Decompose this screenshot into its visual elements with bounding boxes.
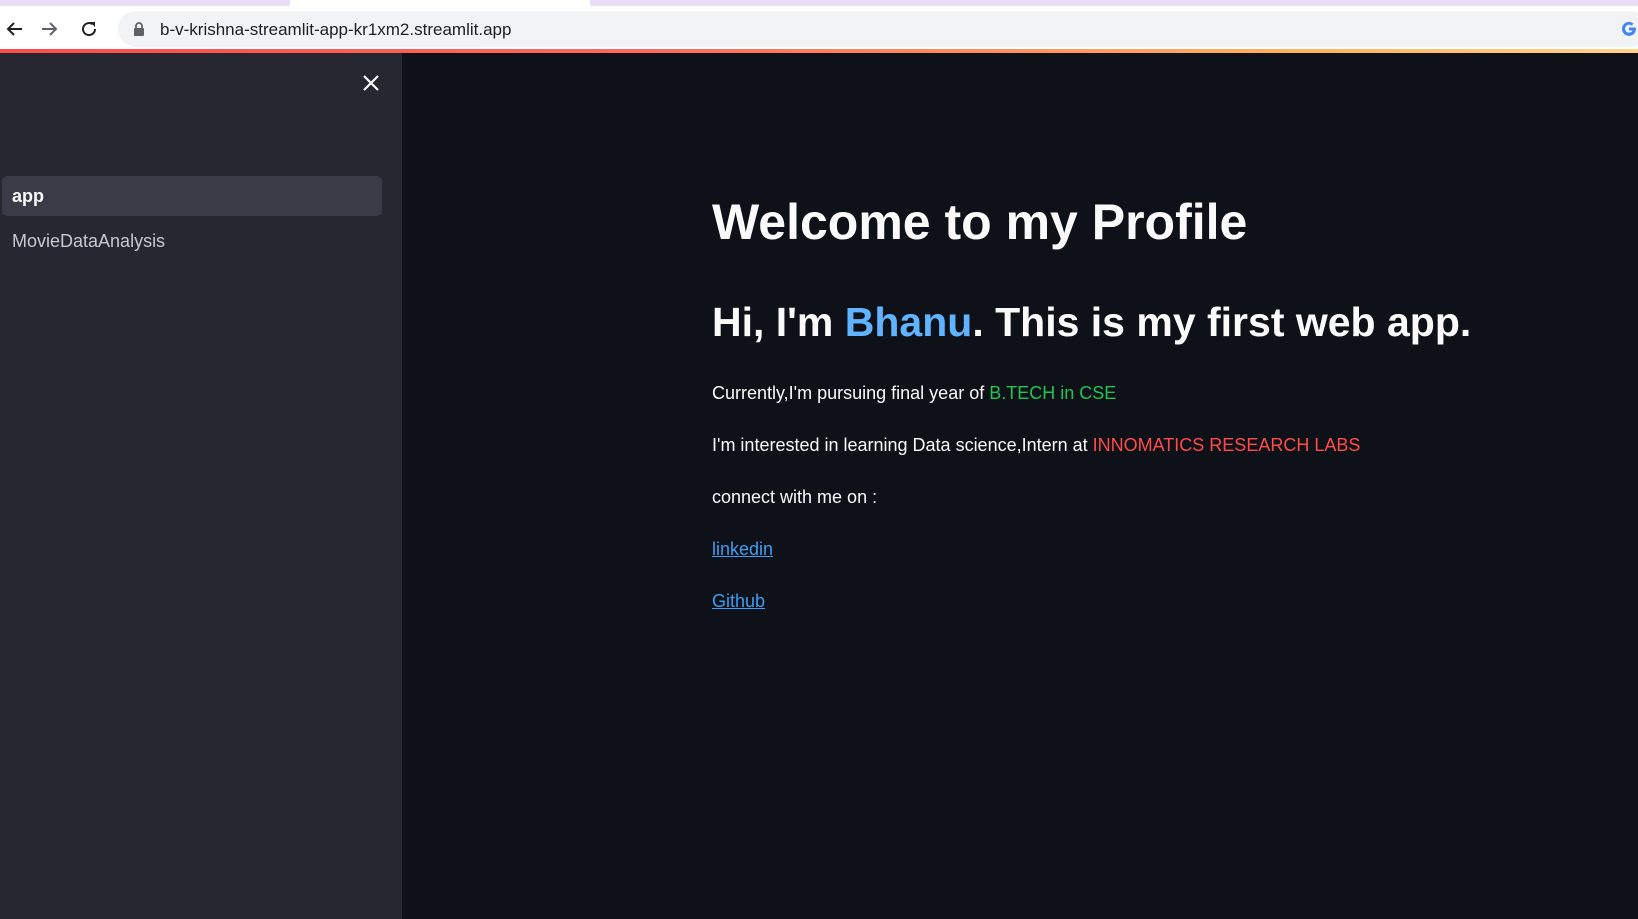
google-icon[interactable] (1620, 20, 1638, 38)
lock-icon[interactable] (131, 21, 147, 37)
linkedin-link[interactable]: linkedin (712, 539, 773, 560)
forward-button[interactable] (34, 14, 64, 44)
browser-toolbar: b-v-krishna-streamlit-app-kr1xm2.streaml… (0, 6, 1638, 52)
sidebar-item-label: MovieDataAnalysis (12, 230, 166, 251)
reload-icon (82, 22, 97, 37)
sidebar-item-app[interactable]: app (2, 176, 382, 216)
connect-line: connect with me on : (712, 487, 878, 507)
degree-highlight: B.TECH in CSE (989, 383, 1117, 403)
subtitle-suffix: . This is my first web app. (972, 299, 1472, 345)
page-subtitle: Hi, I'm Bhanu. This is my first web app. (712, 299, 1471, 346)
github-link[interactable]: Github (712, 591, 765, 612)
sidebar-item-label: app (12, 185, 45, 206)
interest-line: I'm interested in learning Data science,… (712, 435, 1360, 456)
url-text[interactable]: b-v-krishna-streamlit-app-kr1xm2.streaml… (160, 20, 511, 40)
education-text: Currently,I'm pursuing final year of (712, 383, 990, 403)
reload-button[interactable] (74, 14, 104, 44)
interest-text: I'm interested in learning Data science,… (712, 435, 1093, 455)
arrow-left-icon (6, 22, 22, 36)
main-content: Welcome to my Profile Hi, I'm Bhanu. Thi… (402, 53, 1638, 919)
page-title: Welcome to my Profile (712, 194, 1248, 250)
name-highlight: Bhanu (844, 299, 973, 345)
sidebar: app MovieDataAnalysis (0, 53, 402, 919)
subtitle-prefix: Hi, I'm (712, 299, 845, 345)
back-button[interactable] (0, 14, 30, 44)
close-icon[interactable] (359, 71, 383, 95)
education-line: Currently,I'm pursuing final year of B.T… (712, 383, 1116, 404)
address-bar[interactable]: b-v-krishna-streamlit-app-kr1xm2.streaml… (118, 11, 1638, 47)
sidebar-item-moviedataanalysis[interactable]: MovieDataAnalysis (2, 221, 382, 261)
company-highlight: INNOMATICS RESEARCH LABS (1092, 435, 1361, 455)
arrow-right-icon (42, 22, 58, 36)
